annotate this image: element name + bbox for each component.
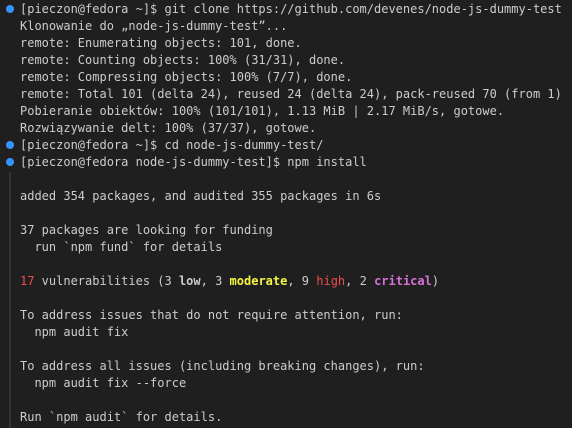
command-line-cd: [pieczon@fedora ~]$ cd node-js-dummy-tes… (20, 138, 324, 152)
command-line-npm-install: [pieczon@fedora node-js-dummy-test]$ npm… (20, 155, 367, 169)
vulnerability-count: 17 (20, 274, 35, 288)
output-line: npm audit fix --force (20, 376, 187, 390)
output-line: 37 packages are looking for funding (20, 223, 273, 237)
output-line: Klonowanie do „node-js-dummy-test”... (20, 19, 288, 33)
severity-critical: critical (374, 274, 432, 288)
output-line: Pobieranie obiektów: 100% (101/101), 1.1… (20, 104, 505, 118)
terminal-output[interactable]: [pieczon@fedora ~]$ git clone https://gi… (0, 0, 572, 428)
output-line: To address issues that do not require at… (20, 308, 403, 322)
command-decoration-icon[interactable] (6, 141, 14, 149)
output-line: added 354 packages, and audited 355 pack… (20, 189, 382, 203)
severity-low: low (178, 274, 201, 288)
output-line: npm audit fix (20, 325, 129, 339)
command-line-git-clone: [pieczon@fedora ~]$ git clone https://gi… (20, 2, 562, 16)
severity-high: high (316, 274, 346, 288)
output-line: remote: Counting objects: 100% (31/31), … (20, 53, 346, 67)
output-line: To address all issues (including breakin… (20, 359, 425, 373)
output-line: Rozwiązywanie delt: 100% (37/37), gotowe… (20, 121, 317, 135)
command-decoration-icon[interactable] (6, 158, 14, 166)
severity-moderate: moderate (229, 274, 288, 288)
vulnerabilities-summary: 17 vulnerabilities (3 low, 3 moderate, 9… (20, 274, 440, 288)
output-line: Run `npm audit` for details. (20, 410, 223, 424)
command-output-bar (9, 172, 11, 428)
output-line: run `npm fund` for details (20, 240, 223, 254)
output-line: remote: Total 101 (delta 24), reused 24 … (20, 87, 562, 101)
output-line: remote: Enumerating objects: 101, done. (20, 36, 302, 50)
command-decoration-icon[interactable] (6, 5, 14, 13)
output-line: remote: Compressing objects: 100% (7/7),… (20, 70, 353, 84)
